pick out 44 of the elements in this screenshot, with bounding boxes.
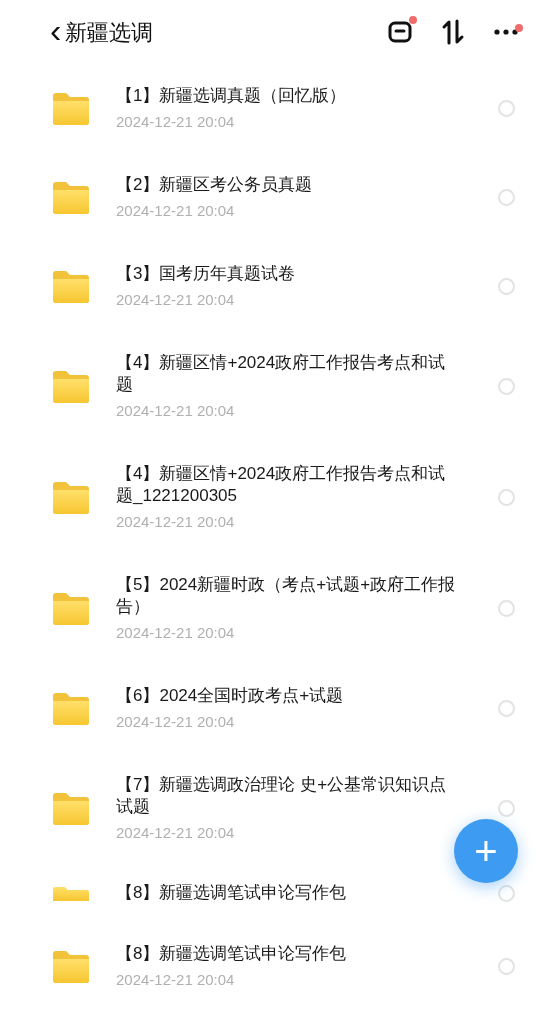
select-radio[interactable]	[498, 489, 515, 506]
select-radio[interactable]	[498, 378, 515, 395]
page-title: 新疆选调	[65, 18, 154, 47]
folder-icon	[52, 949, 90, 984]
sort-icon[interactable]	[441, 19, 465, 45]
folder-icon	[52, 591, 90, 626]
select-radio[interactable]	[498, 600, 515, 617]
folder-icon	[52, 691, 90, 726]
box-icon[interactable]	[387, 20, 413, 44]
select-radio[interactable]	[498, 800, 515, 817]
folder-icon	[52, 480, 90, 515]
modified-time: 2024-12-21 20:04	[116, 512, 236, 532]
folder-name: 【8】新疆选调笔试申论写作包	[116, 943, 348, 965]
folder-name: 【6】2024全国时政考点+试题	[116, 685, 345, 707]
select-radio[interactable]	[498, 958, 515, 975]
back-button[interactable]: ‹	[50, 13, 62, 47]
folder-name: 【5】2024新疆时政（考点+试题+政府工作报告）	[116, 574, 457, 618]
modified-time: 2024-12-21 20:04	[116, 823, 236, 843]
select-radio[interactable]	[498, 100, 515, 117]
folder-name: 【4】新疆区情+2024政府工作报告考点和试题	[116, 352, 447, 396]
folder-name: 【7】新疆选调政治理论 史+公基常识知识点试题	[116, 774, 448, 818]
folder-name: 【8】新疆选调笔试申论写作包	[116, 882, 348, 904]
modified-time: 2024-12-21 20:04	[116, 712, 236, 732]
folder-icon	[52, 269, 90, 304]
more-icon[interactable]	[493, 28, 519, 36]
select-radio[interactable]	[498, 278, 515, 295]
folder-name: 【1】新疆选调真题（回忆版）	[116, 85, 348, 107]
folder-icon	[52, 885, 90, 901]
folder-name: 【4】新疆区情+2024政府工作报告考点和试题_1221200305	[116, 463, 447, 507]
modified-time: 2024-12-21 20:04	[116, 112, 236, 132]
modified-time: 2024-12-21 20:04	[116, 201, 236, 221]
folder-icon	[52, 791, 90, 826]
folder-icon	[52, 369, 90, 404]
modified-time: 2024-12-21 20:04	[116, 623, 236, 643]
modified-time: 2024-12-21 20:04	[116, 401, 236, 421]
select-radio[interactable]	[498, 884, 515, 902]
folder-name: 【3】国考历年真题试卷	[116, 263, 297, 285]
modified-time: 2024-12-21 20:04	[116, 970, 236, 990]
modified-time: 2024-12-21 20:04	[116, 290, 236, 310]
folder-name: 【2】新疆区考公务员真题	[116, 174, 314, 196]
folder-icon	[52, 180, 90, 215]
select-radio[interactable]	[498, 189, 515, 206]
folder-icon	[52, 91, 90, 126]
select-radio[interactable]	[498, 700, 515, 717]
